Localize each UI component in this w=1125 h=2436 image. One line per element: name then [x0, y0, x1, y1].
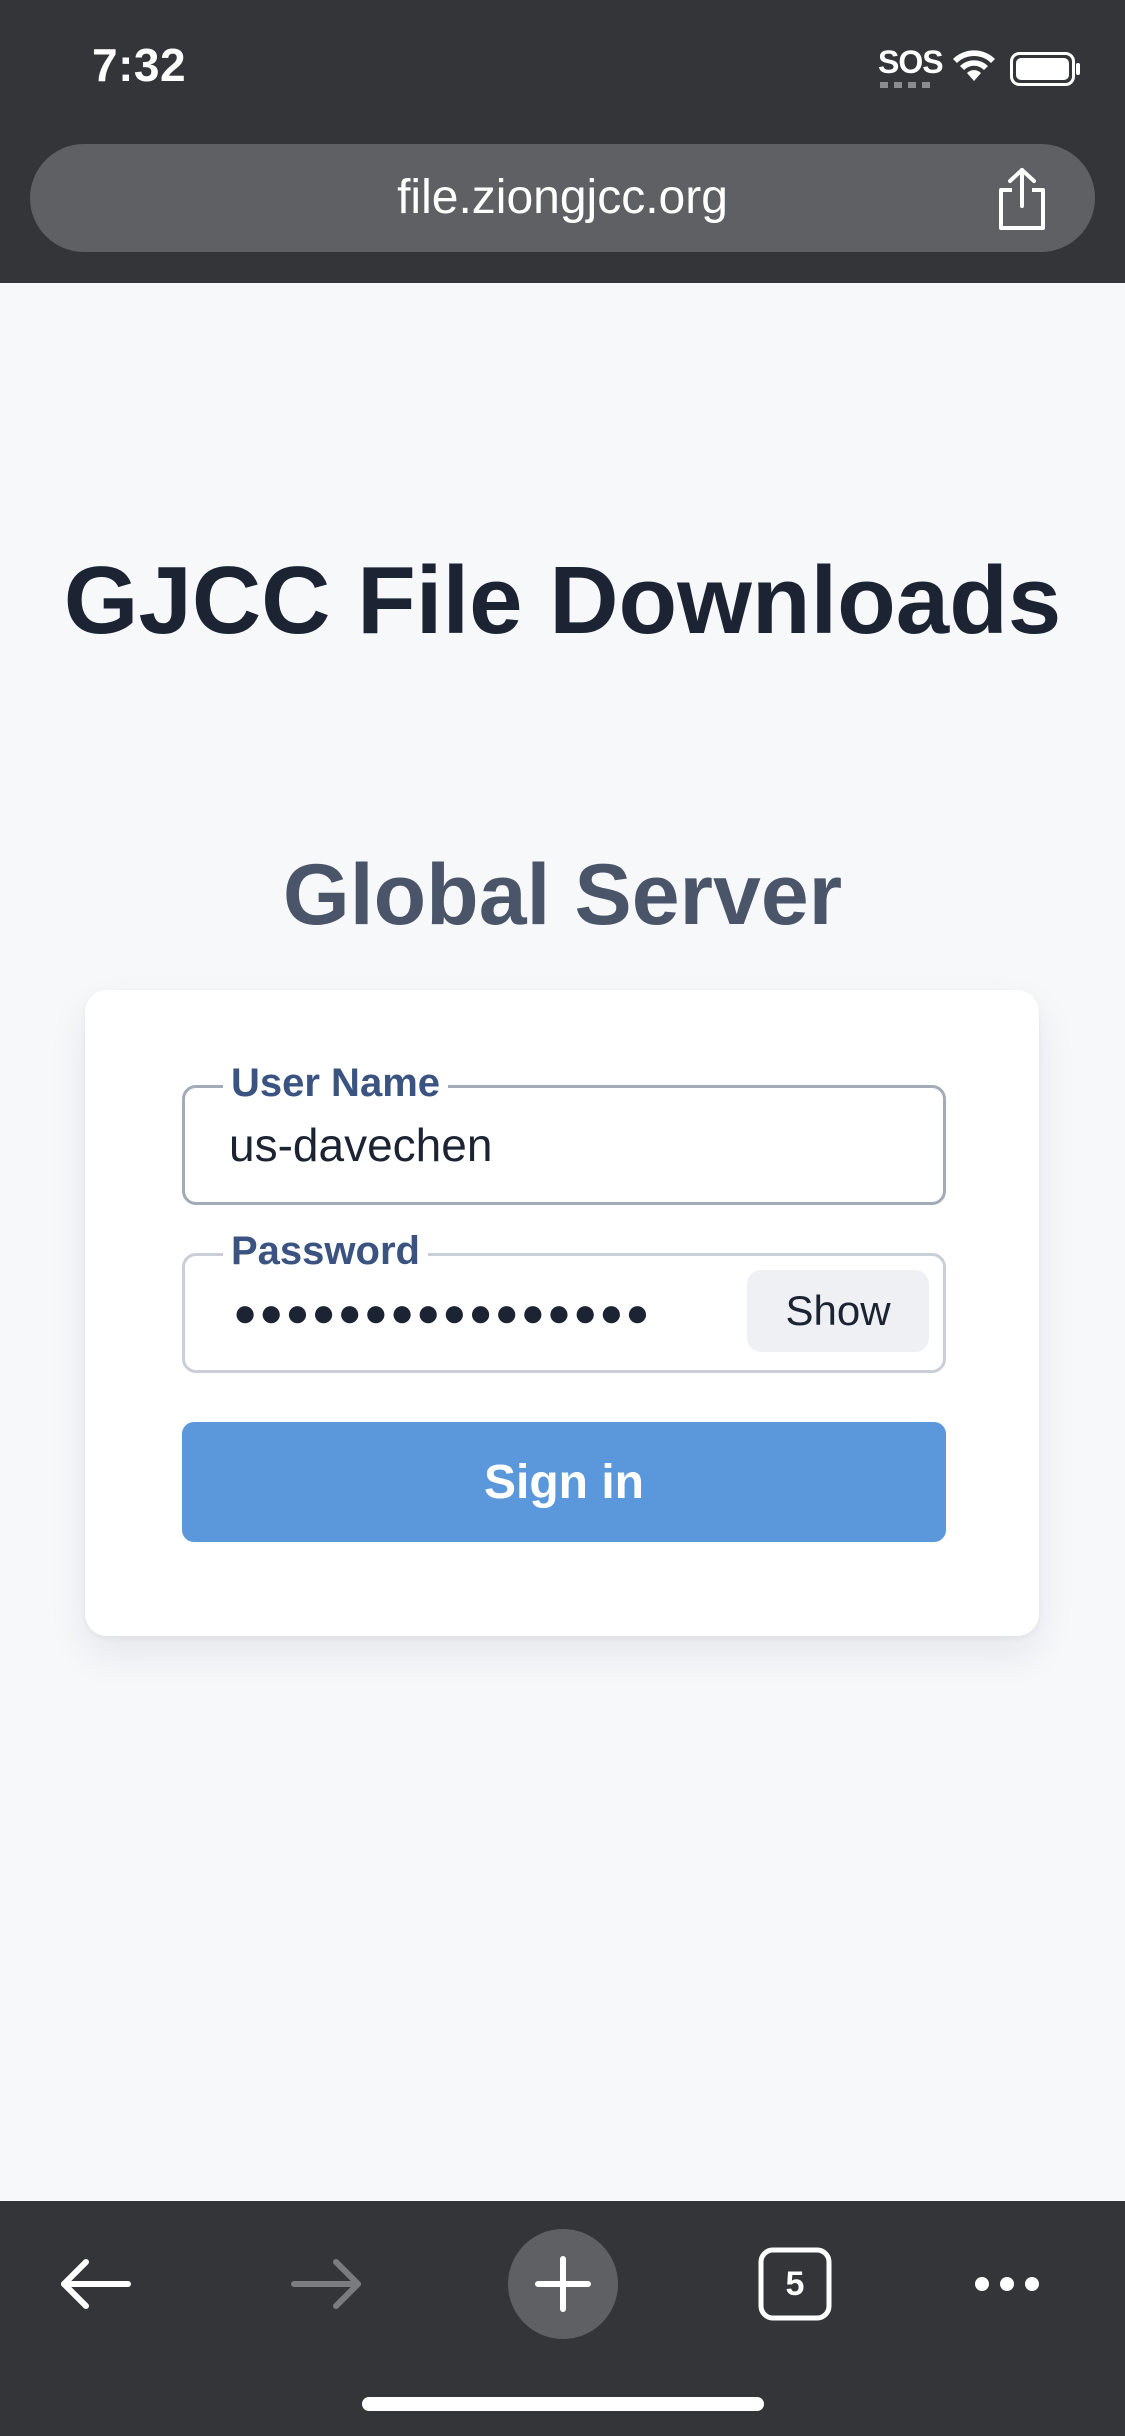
page-subtitle: Global Server — [282, 847, 843, 943]
password-field[interactable]: Password ●●●●●●●●●●●●●●●● Show — [182, 1226, 946, 1373]
sign-in-button[interactable]: Sign in — [182, 1422, 946, 1542]
browser-window: 7:32 SOS file.ziongjcc.org GJCC File Dow… — [0, 0, 1125, 2436]
url-bar[interactable]: file.ziongjcc.org — [30, 144, 1095, 252]
more-icon[interactable] — [952, 2229, 1062, 2339]
password-input[interactable]: ●●●●●●●●●●●●●●●● — [233, 1256, 652, 1370]
plus-icon — [535, 2256, 591, 2312]
tabs-count: 5 — [785, 2265, 805, 2303]
forward-arrow-icon[interactable] — [272, 2229, 382, 2339]
back-arrow-icon[interactable] — [40, 2229, 150, 2339]
tabs-button[interactable]: 5 — [740, 2229, 850, 2339]
share-icon[interactable] — [991, 166, 1053, 232]
login-card: User Name Password ●●●●●●●●●●●●●●●● Show… — [85, 990, 1039, 1636]
battery-icon — [1010, 52, 1080, 86]
username-input[interactable] — [229, 1088, 899, 1202]
page-title: GJCC File Downloads — [63, 547, 1062, 654]
status-sos: SOS — [878, 44, 944, 80]
status-time: 7:32 — [92, 39, 187, 91]
home-indicator[interactable] — [362, 2397, 764, 2411]
signal-dots-icon — [880, 82, 934, 88]
wifi-icon — [953, 50, 995, 81]
new-tab-button[interactable] — [508, 2229, 618, 2339]
username-field[interactable]: User Name — [182, 1058, 946, 1205]
url-text[interactable]: file.ziongjcc.org — [30, 144, 1095, 252]
top-browser-chrome: 7:32 SOS file.ziongjcc.org — [0, 0, 1125, 283]
show-password-button[interactable]: Show — [747, 1270, 929, 1352]
